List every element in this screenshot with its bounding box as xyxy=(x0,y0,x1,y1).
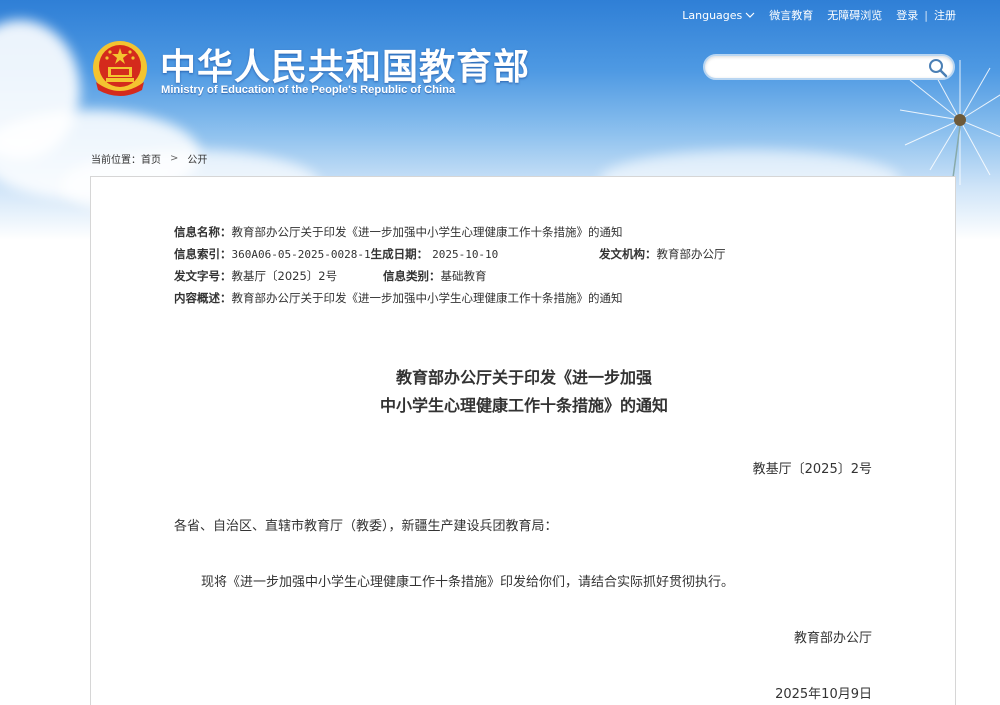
meta-value: 教育部办公厅 xyxy=(656,247,726,261)
site-title[interactable]: 中华人民共和国教育部 xyxy=(160,38,530,90)
site-subtitle: Ministry of Education of the People's Re… xyxy=(161,84,456,96)
emblem-icon[interactable] xyxy=(92,38,148,98)
document-title-line: 中小学生心理健康工作十条措施》的通知 xyxy=(379,396,668,415)
meta-row-summary: 内容概述：教育部办公厅关于印发《进一步加强中小学生心理健康工作十条措施》的通知 xyxy=(174,287,623,309)
content-panel: 信息名称：教育部办公厅关于印发《进一步加强中小学生心理健康工作十条措施》的通知 … xyxy=(90,176,956,705)
document-salutation: 各省、自治区、直辖市教育厅（教委），新疆生产建设兵团教育局： xyxy=(174,519,558,534)
meta-label: 信息类别： xyxy=(383,269,441,283)
document-title-line: 教育部办公厅关于印发《进一步加强 xyxy=(395,368,652,387)
meta-value: 教育部办公厅关于印发《进一步加强中小学生心理健康工作十条措施》的通知 xyxy=(231,291,623,305)
weibo-link[interactable]: 微言教育 xyxy=(769,7,813,23)
meta-value: 基础教育 xyxy=(440,269,487,283)
document-number: 教基厅〔2025〕2号 xyxy=(752,462,872,477)
meta-value: 360A06-05-2025-0028-1 xyxy=(231,248,371,261)
meta-row-name: 信息名称：教育部办公厅关于印发《进一步加强中小学生心理健康工作十条措施》的通知 xyxy=(174,221,623,243)
document-title: 教育部办公厅关于印发《进一步加强 中小学生心理健康工作十条措施》的通知 xyxy=(91,364,957,420)
meta-label: 发文字号： xyxy=(174,269,232,283)
meta-value: 2025-10-10 xyxy=(432,248,499,261)
meta-value: 教基厅〔2025〕2号 xyxy=(231,269,338,283)
meta-label: 内容概述： xyxy=(174,291,232,305)
meta-label: 信息索引： xyxy=(174,247,232,261)
document-body: 现将《进一步加强中小学生心理健康工作十条措施》印发给你们，请结合实际抓好贯彻执行… xyxy=(201,575,735,590)
meta-label: 生成日期： xyxy=(370,247,429,261)
meta-row-docno: 发文字号：教基厅〔2025〕2号 信息类别：基础教育 xyxy=(174,265,623,287)
document-signer: 教育部办公厅 xyxy=(793,631,872,646)
link-separator: | xyxy=(924,8,928,22)
search-box xyxy=(703,54,955,80)
search-input[interactable] xyxy=(717,56,927,78)
meta-label: 发文机构： xyxy=(599,247,657,261)
document-date: 2025年10月9日 xyxy=(775,687,872,702)
top-links: Languages 微言教育 无障碍浏览 登录 | 注册 xyxy=(682,7,956,23)
search-icon[interactable] xyxy=(927,57,949,79)
info-table: 信息名称：教育部办公厅关于印发《进一步加强中小学生心理健康工作十条措施》的通知 … xyxy=(174,221,726,309)
meta-value: 教育部办公厅关于印发《进一步加强中小学生心理健康工作十条措施》的通知 xyxy=(231,225,623,239)
register-link[interactable]: 注册 xyxy=(934,7,956,23)
breadcrumb-home[interactable]: 首页 xyxy=(141,151,161,166)
accessibility-link[interactable]: 无障碍浏览 xyxy=(827,7,882,23)
meta-row-index: 信息索引：360A06-05-2025-0028-1生成日期： 2025-10-1… xyxy=(174,243,726,265)
languages-link[interactable]: Languages xyxy=(682,9,742,22)
login-link[interactable]: 登录 xyxy=(896,7,918,23)
breadcrumb-label: 当前位置： xyxy=(91,155,141,166)
meta-label: 信息名称： xyxy=(174,225,232,239)
breadcrumb: 当前位置： 首页 > 公开 xyxy=(91,151,207,166)
breadcrumb-current[interactable]: 公开 xyxy=(187,151,207,166)
breadcrumb-chevron: > xyxy=(170,153,179,164)
chevron-down-icon[interactable] xyxy=(745,11,755,19)
